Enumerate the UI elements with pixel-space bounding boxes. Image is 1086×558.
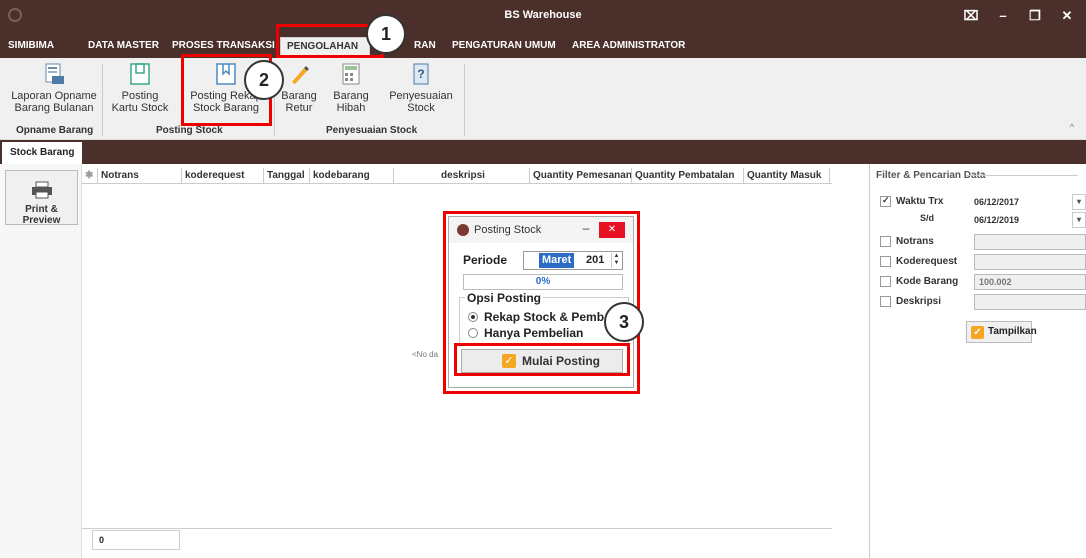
row-indicator-icon: ✱ — [82, 168, 98, 184]
date-to-picker[interactable]: 06/12/2019 ▾ — [974, 212, 1086, 228]
calculator-icon — [342, 63, 360, 85]
tab-laporan[interactable]: RAN — [408, 37, 442, 58]
column-header[interactable]: Notrans — [98, 168, 182, 184]
highlight-box — [454, 343, 630, 376]
footer-count: 0 — [92, 530, 180, 550]
group-separator — [464, 64, 465, 136]
chevron-down-icon[interactable]: ▾ — [1072, 194, 1086, 210]
laporan-opname-line1: Laporan Opname — [11, 90, 97, 102]
check-icon: ✓ — [971, 326, 984, 339]
koderequest-checkbox[interactable] — [880, 256, 891, 267]
sd-row: S/d 06/12/2019 ▾ — [880, 212, 1086, 228]
notrans-checkbox[interactable] — [880, 236, 891, 247]
divider — [966, 175, 1078, 176]
barang-retur-line1: Barang — [281, 90, 317, 102]
date-from-value: 06/12/2017 — [974, 197, 1020, 207]
step-2-callout: 2 — [244, 60, 284, 100]
date-to-value: 06/12/2019 — [974, 215, 1020, 225]
group-separator — [102, 64, 103, 136]
tampilkan-button[interactable]: ✓ Tampilkan — [966, 321, 1037, 343]
restore-down-icon[interactable]: ⌧ — [958, 6, 984, 26]
kode-barang-row: Kode Barang 100.002 — [880, 274, 1086, 290]
penyesuaian-stock-button[interactable]: ? Penyesuaian Stock — [384, 62, 458, 114]
ribbon: Laporan Opname Barang Bulanan Posting Ka… — [0, 58, 1086, 140]
question-clipboard-icon: ? — [413, 63, 429, 85]
kode-barang-label: Kode Barang — [896, 276, 959, 287]
tab-pengaturan-umum[interactable]: PENGATURAN UMUM — [446, 37, 562, 58]
chevron-down-icon[interactable]: ▾ — [1072, 212, 1086, 228]
grid-header: ✱ Notrans koderequest Tanggal kodebarang… — [82, 168, 832, 184]
ribbon-collapse-icon[interactable]: ^ — [1070, 122, 1074, 132]
group-label-opname: Opname Barang — [16, 125, 94, 136]
tab-area-administrator[interactable]: AREA ADMINISTRATOR — [566, 37, 691, 58]
waktu-trx-checkbox[interactable] — [880, 195, 891, 207]
print-preview-label: Print & Preview — [22, 204, 61, 226]
penyesuaian-line2: Stock — [407, 102, 435, 114]
document-tab-strip: Stock Barang — [0, 140, 1086, 164]
minimize-icon[interactable]: – — [990, 6, 1016, 26]
report-icon — [45, 63, 64, 84]
step-1-callout: 1 — [366, 14, 406, 54]
column-header[interactable]: Quantity Pemesanan — [530, 168, 632, 184]
barang-hibah-line1: Barang — [333, 90, 369, 102]
posting-kartu-stock-button[interactable]: Posting Kartu Stock — [104, 62, 176, 114]
penyesuaian-line1: Penyesuaian — [389, 90, 453, 102]
laporan-opname-line2: Barang Bulanan — [14, 102, 94, 114]
column-header[interactable]: Quantity Pembatalan — [632, 168, 744, 184]
menu-bar: SIMIBIMA DATA MASTER PROSES TRANSAKSI PE… — [0, 32, 1086, 58]
posting-kartu-line2: Kartu Stock — [111, 102, 169, 114]
svg-text:?: ? — [417, 67, 424, 81]
tab-stock-barang[interactable]: Stock Barang — [2, 142, 83, 164]
print-preview-button[interactable]: Print & Preview — [5, 170, 78, 226]
date-from-picker[interactable]: 06/12/2017 ▾ — [974, 194, 1086, 210]
barang-retur-line2: Retur — [285, 102, 313, 114]
pencil-icon — [292, 66, 309, 84]
tab-data-master[interactable]: DATA MASTER — [82, 37, 165, 58]
notrans-row: Notrans — [880, 234, 1086, 250]
group-label-posting: Posting Stock — [156, 125, 223, 136]
column-header[interactable]: Quantity Masuk — [744, 168, 830, 184]
step-3-callout: 3 — [604, 302, 644, 342]
koderequest-row: Koderequest — [880, 254, 1086, 270]
column-header[interactable]: kodebarang — [310, 168, 394, 184]
sd-label: S/d — [920, 213, 935, 223]
group-label-penyesuaian: Penyesuaian Stock — [326, 125, 418, 136]
grid-footer-divider — [82, 528, 832, 529]
filter-panel: Filter & Pencarian Data Waktu Trx 06/12/… — [869, 164, 1086, 558]
deskripsi-row: Deskripsi — [880, 294, 1086, 310]
deskripsi-label: Deskripsi — [896, 296, 942, 307]
book-icon — [130, 63, 150, 85]
column-header[interactable]: Tanggal — [264, 168, 310, 184]
barang-retur-button[interactable]: Barang Retur — [278, 62, 320, 114]
title-bar: BS Warehouse ⌧ – ❐ ✕ — [0, 0, 1086, 32]
notrans-field[interactable] — [974, 234, 1086, 250]
barang-hibah-button[interactable]: Barang Hibah — [330, 62, 372, 114]
deskripsi-field[interactable] — [974, 294, 1086, 310]
deskripsi-checkbox[interactable] — [880, 296, 891, 307]
column-header[interactable]: koderequest — [182, 168, 264, 184]
printer-icon — [31, 181, 52, 199]
left-panel: Print & Preview — [0, 164, 82, 558]
tab-simibima[interactable]: SIMIBIMA — [2, 37, 60, 58]
column-header[interactable]: deskripsi — [394, 168, 530, 184]
no-data-text: <No da — [412, 350, 439, 359]
waktu-trx-row: Waktu Trx 06/12/2017 ▾ — [880, 194, 1086, 210]
barang-hibah-line2: Hibah — [336, 102, 366, 114]
koderequest-field[interactable] — [974, 254, 1086, 270]
posting-kartu-line1: Posting — [121, 90, 159, 102]
maximize-icon[interactable]: ❐ — [1022, 6, 1048, 26]
waktu-trx-label: Waktu Trx — [896, 196, 944, 207]
koderequest-label: Koderequest — [896, 256, 958, 267]
kode-barang-field[interactable]: 100.002 — [974, 274, 1086, 290]
notrans-label: Notrans — [896, 236, 934, 247]
kode-barang-checkbox[interactable] — [880, 276, 891, 287]
tampilkan-label: Tampilkan — [988, 326, 1037, 337]
laporan-opname-button[interactable]: Laporan Opname Barang Bulanan — [8, 62, 100, 114]
window-title: BS Warehouse — [504, 9, 582, 21]
close-icon[interactable]: ✕ — [1054, 6, 1080, 26]
